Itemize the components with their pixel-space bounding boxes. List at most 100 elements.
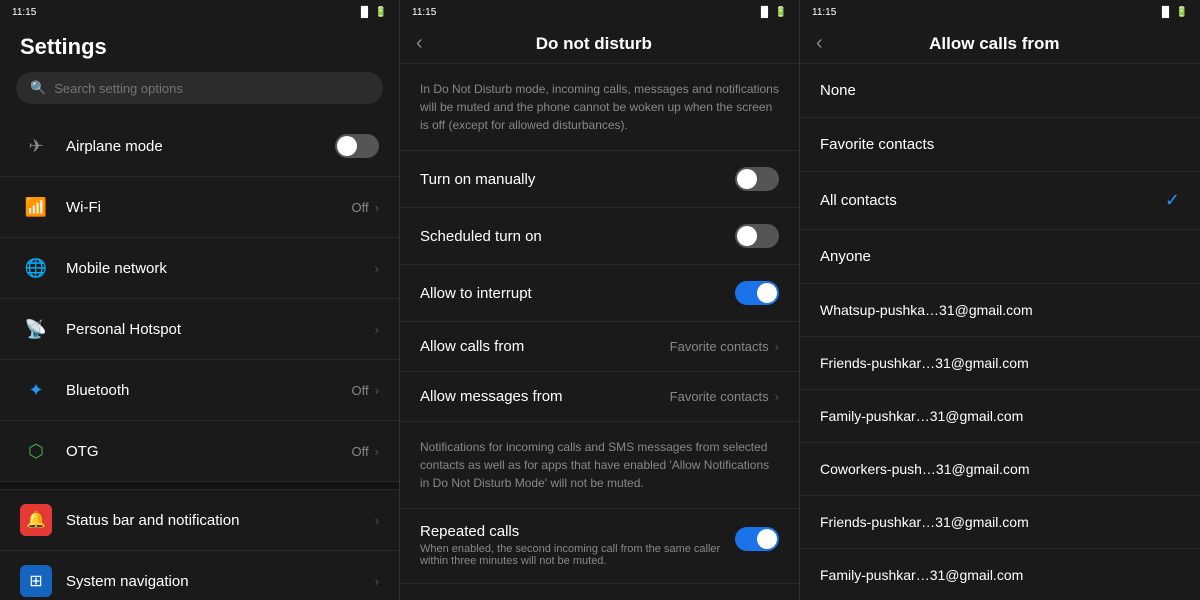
family1-label: Family-pushkar…31@gmail.com	[820, 408, 1023, 424]
dnd-option-messages[interactable]: Allow messages from Favorite contacts ›	[400, 372, 799, 422]
dnd-option-interrupt[interactable]: Allow to interrupt	[400, 265, 799, 322]
battery-icon-2: 🔋	[775, 7, 787, 18]
friends2-label: Friends-pushkar…31@gmail.com	[820, 514, 1029, 530]
battery-icon-3: 🔋	[1176, 7, 1188, 18]
bluetooth-chevron: ›	[375, 383, 379, 398]
bluetooth-label: Bluetooth	[66, 382, 352, 399]
dnd-option-repeated[interactable]: Repeated calls When enabled, the second …	[400, 509, 799, 584]
acf-item-family1[interactable]: Family-pushkar…31@gmail.com	[800, 390, 1200, 443]
acf-item-all-contacts[interactable]: All contacts ✓	[800, 172, 1200, 230]
otg-icon: ⬡	[20, 435, 52, 467]
signal-icon: ▐▌	[357, 7, 371, 18]
status-label: Status bar and notification	[66, 512, 375, 529]
acf-item-anyone[interactable]: Anyone	[800, 230, 1200, 284]
back-button[interactable]: ‹	[416, 32, 423, 55]
sidebar-item-status[interactable]: 🔔 Status bar and notification ›	[0, 490, 399, 551]
status-icon: 🔔	[20, 504, 52, 536]
nav-chevron: ›	[375, 574, 379, 589]
calls-label: Allow calls from	[420, 338, 670, 355]
search-input[interactable]	[54, 81, 369, 96]
dnd-option-calls[interactable]: Allow calls from Favorite contacts ›	[400, 322, 799, 372]
scheduled-label: Scheduled turn on	[420, 228, 735, 245]
search-icon: 🔍	[30, 80, 46, 96]
hotspot-icon: 📡	[20, 313, 52, 345]
repeated-label: Repeated calls	[420, 523, 519, 540]
favorite-label: Favorite contacts	[820, 136, 1180, 153]
dnd-panel: 11:15 ▐▌ 🔋 ‹ Do not disturb In Do Not Di…	[400, 0, 800, 600]
interrupt-label: Allow to interrupt	[420, 285, 735, 302]
settings-list: ✈ Airplane mode 📶 Wi-Fi Off › 🌐 Mobile n…	[0, 116, 399, 600]
interrupt-toggle[interactable]	[735, 281, 779, 305]
page-title: Settings	[0, 24, 399, 68]
whatsup-label: Whatsup-pushka…31@gmail.com	[820, 302, 1033, 318]
scheduled-toggle[interactable]	[735, 224, 779, 248]
airplane-icon: ✈	[20, 130, 52, 162]
sidebar-item-bluetooth[interactable]: ✦ Bluetooth Off ›	[0, 360, 399, 421]
dnd-description: In Do Not Disturb mode, incoming calls, …	[400, 64, 799, 151]
friends1-label: Friends-pushkar…31@gmail.com	[820, 355, 1029, 371]
sidebar-item-airplane[interactable]: ✈ Airplane mode	[0, 116, 399, 177]
wifi-chevron: ›	[375, 200, 379, 215]
messages-value: Favorite contacts	[670, 389, 769, 404]
acf-back-button[interactable]: ‹	[816, 32, 823, 55]
status-icons-3: ▐▌ 🔋	[1158, 7, 1188, 18]
battery-icon: 🔋	[375, 7, 387, 18]
acf-item-family2[interactable]: Family-pushkar…31@gmail.com	[800, 549, 1200, 600]
airplane-toggle[interactable]	[335, 134, 379, 158]
status-bar-3: 11:15 ▐▌ 🔋	[800, 0, 1200, 24]
status-time-1: 11:15	[12, 7, 36, 18]
status-bar-2: 11:15 ▐▌ 🔋	[400, 0, 799, 24]
sidebar-item-wifi[interactable]: 📶 Wi-Fi Off ›	[0, 177, 399, 238]
nav-icon: ⊞	[20, 565, 52, 597]
hotspot-label: Personal Hotspot	[66, 321, 375, 338]
dnd-note: Notifications for incoming calls and SMS…	[400, 422, 799, 509]
signal-icon-2: ▐▌	[757, 7, 771, 18]
calls-chevron: ›	[775, 339, 779, 354]
repeated-toggle[interactable]	[735, 527, 779, 551]
acf-item-favorite[interactable]: Favorite contacts	[800, 118, 1200, 172]
settings-panel: 11:15 ▐▌ 🔋 Settings 🔍 ✈ Airplane mode 📶 …	[0, 0, 400, 600]
acf-title: Allow calls from	[835, 34, 1154, 54]
acf-item-friends1[interactable]: Friends-pushkar…31@gmail.com	[800, 337, 1200, 390]
otg-chevron: ›	[375, 444, 379, 459]
repeated-desc: When enabled, the second incoming call f…	[420, 543, 735, 567]
acf-item-none[interactable]: None	[800, 64, 1200, 118]
time-2: 11:15	[412, 7, 436, 18]
acf-item-coworkers1[interactable]: Coworkers-push…31@gmail.com	[800, 443, 1200, 496]
wifi-value: Off	[352, 200, 369, 215]
dnd-title: Do not disturb	[435, 34, 753, 54]
otg-value: Off	[352, 444, 369, 459]
checkmark-icon: ✓	[1165, 190, 1180, 211]
acf-item-whatsup[interactable]: Whatsup-pushka…31@gmail.com	[800, 284, 1200, 337]
group-divider-1	[0, 482, 399, 490]
messages-chevron: ›	[775, 389, 779, 404]
status-chevron: ›	[375, 513, 379, 528]
mobile-label: Mobile network	[66, 260, 375, 277]
calls-right: Favorite contacts ›	[670, 339, 779, 354]
manual-toggle[interactable]	[735, 167, 779, 191]
bluetooth-value: Off	[352, 383, 369, 398]
otg-label: OTG	[66, 443, 352, 460]
time-1: 11:15	[12, 7, 36, 18]
acf-item-friends2[interactable]: Friends-pushkar…31@gmail.com	[800, 496, 1200, 549]
search-bar[interactable]: 🔍	[16, 72, 383, 104]
dnd-header: ‹ Do not disturb	[400, 24, 799, 64]
time-3: 11:15	[812, 7, 836, 18]
sidebar-item-hotspot[interactable]: 📡 Personal Hotspot ›	[0, 299, 399, 360]
dnd-option-scheduled[interactable]: Scheduled turn on	[400, 208, 799, 265]
status-icons-1: ▐▌ 🔋	[357, 7, 387, 18]
family2-label: Family-pushkar…31@gmail.com	[820, 567, 1023, 583]
repeated-content: Repeated calls When enabled, the second …	[420, 523, 735, 567]
sidebar-item-nav[interactable]: ⊞ System navigation ›	[0, 551, 399, 600]
anyone-label: Anyone	[820, 248, 1180, 265]
acf-list: None Favorite contacts All contacts ✓ An…	[800, 64, 1200, 600]
status-bar-1: 11:15 ▐▌ 🔋	[0, 0, 399, 24]
sidebar-item-mobile[interactable]: 🌐 Mobile network ›	[0, 238, 399, 299]
bluetooth-icon: ✦	[20, 374, 52, 406]
mobile-icon: 🌐	[20, 252, 52, 284]
coworkers1-label: Coworkers-push…31@gmail.com	[820, 461, 1030, 477]
calls-value: Favorite contacts	[670, 339, 769, 354]
dnd-option-manual[interactable]: Turn on manually	[400, 151, 799, 208]
sidebar-item-otg[interactable]: ⬡ OTG Off ›	[0, 421, 399, 482]
hotspot-chevron: ›	[375, 322, 379, 337]
